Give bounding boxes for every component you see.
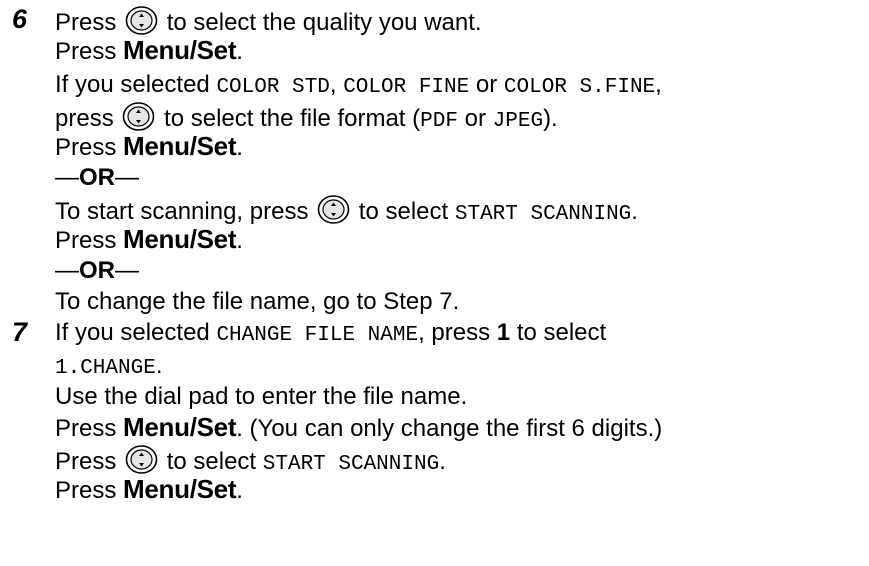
text: Press [55, 134, 117, 161]
text: . [236, 38, 243, 65]
text: to select the file format ( [164, 105, 421, 132]
step6-line-5: Press Menu/Set. [55, 131, 243, 163]
text: Use the dial pad to enter the file name. [55, 383, 468, 410]
lcd-text: PDF [420, 110, 458, 133]
step6-line-10: To change the file name, go to Step 7. [55, 286, 459, 317]
step6-line-2: Press Menu/Set. [55, 35, 243, 67]
text: to select [358, 198, 449, 225]
text: Press [55, 477, 117, 504]
text: — [55, 164, 79, 191]
up-down-arrow-button-icon [125, 4, 158, 37]
text: , [655, 71, 662, 98]
menu-set-key-label: Menu/Set [123, 412, 237, 442]
lcd-text: COLOR STD [216, 76, 330, 99]
text: to select the quality you want. [166, 9, 482, 36]
text: Press [55, 448, 117, 475]
text: Press [55, 9, 117, 36]
menu-set-key-label: Menu/Set [123, 131, 237, 161]
step7-line-4: Press Menu/Set. (You can only change the… [55, 412, 662, 444]
lcd-text: 1.CHANGE [55, 357, 156, 380]
up-down-arrow-button-icon [122, 100, 155, 133]
text: If you selected [55, 71, 210, 98]
lcd-text: START SCANNING [454, 203, 632, 226]
step6-or-separator-2: —OR— [55, 255, 139, 286]
step-number: 7 [12, 317, 28, 347]
lcd-text: COLOR FINE [343, 76, 470, 99]
lcd-text: JPEG [492, 110, 544, 133]
text: . [155, 352, 163, 379]
text: To start scanning, press [55, 198, 309, 225]
or-label: OR [79, 257, 115, 284]
step6-line-8: Press Menu/Set. [55, 224, 243, 256]
up-down-arrow-button-icon [125, 443, 158, 476]
text: — [115, 257, 139, 284]
text: . [236, 134, 243, 161]
text: If you selected [55, 319, 210, 346]
step-number: 6 [12, 4, 28, 34]
step7-line-1: If you selected CHANGE FILE NAME, press … [55, 317, 606, 351]
dial-key-label: 1 [496, 319, 511, 346]
step7-line-3: Use the dial pad to enter the file name. [55, 381, 467, 412]
menu-set-key-label: Menu/Set [123, 35, 237, 65]
text: , press [418, 319, 491, 346]
text: — [115, 164, 139, 191]
text: press [55, 105, 114, 132]
text: or [464, 105, 486, 132]
text: to select [516, 319, 607, 346]
text: — [55, 257, 79, 284]
text: . [439, 448, 446, 475]
text: To change the file name, go to Step 7. [55, 288, 460, 315]
text: ). [543, 105, 558, 132]
step7-line-6: Press Menu/Set. [55, 474, 243, 506]
text: , [329, 71, 337, 98]
text: Press [55, 227, 117, 254]
text: or [475, 71, 498, 98]
lcd-text: START SCANNING [262, 453, 440, 476]
up-down-arrow-button-icon [317, 193, 350, 226]
lcd-text: COLOR S.FINE [503, 76, 656, 99]
text: . [236, 227, 243, 254]
step6-line-3: If you selected COLOR STD, COLOR FINE or… [55, 69, 662, 103]
text: Press [55, 415, 117, 442]
or-label: OR [79, 164, 115, 191]
text: to select [166, 448, 257, 475]
step6-or-separator-1: —OR— [55, 162, 139, 193]
lcd-text: CHANGE FILE NAME [216, 324, 419, 347]
step6-line-1: Press to select the quality you want. [55, 4, 482, 38]
menu-set-key-label: Menu/Set [123, 474, 237, 504]
text: . [236, 477, 243, 504]
step7-line-2: 1.CHANGE. [55, 350, 163, 384]
text: . (You can only change the first 6 digit… [236, 415, 663, 442]
text: Press [55, 38, 117, 65]
text: . [631, 198, 638, 225]
menu-set-key-label: Menu/Set [123, 224, 237, 254]
